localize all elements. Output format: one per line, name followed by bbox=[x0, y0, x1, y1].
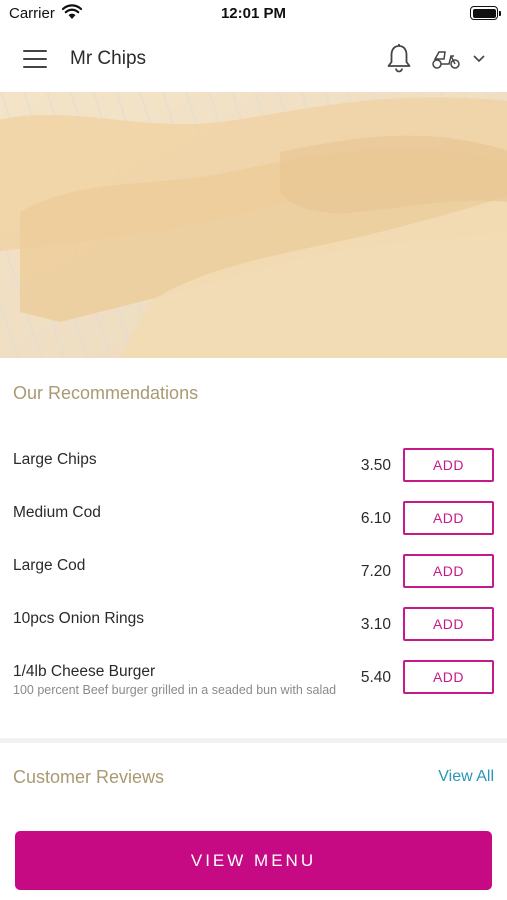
item-name: Large Chips bbox=[13, 451, 97, 468]
bell-icon[interactable] bbox=[386, 43, 412, 73]
add-button[interactable]: ADD bbox=[403, 554, 494, 588]
section-divider bbox=[0, 738, 507, 743]
add-button[interactable]: ADD bbox=[403, 448, 494, 482]
item-name: Medium Cod bbox=[13, 504, 101, 521]
item-price: 3.50 bbox=[360, 457, 391, 474]
status-time: 12:01 PM bbox=[220, 5, 287, 22]
view-all-link[interactable]: View All bbox=[438, 768, 494, 786]
list-item: Large Chips 3.50 ADD bbox=[0, 436, 507, 489]
item-description: 100 percent Beef burger grilled in a sea… bbox=[13, 683, 337, 697]
list-item: Large Cod 7.20 ADD bbox=[0, 542, 507, 595]
item-name: 1/4lb Cheese Burger bbox=[13, 663, 156, 680]
menu-icon[interactable] bbox=[23, 50, 47, 68]
add-button[interactable]: ADD bbox=[403, 607, 494, 641]
fried-fish-image bbox=[0, 92, 507, 358]
add-button[interactable]: ADD bbox=[403, 501, 494, 535]
item-price: 7.20 bbox=[360, 563, 391, 580]
list-item: Medium Cod 6.10 ADD bbox=[0, 489, 507, 542]
item-name: Large Cod bbox=[13, 557, 86, 574]
reviews-title: Customer Reviews bbox=[13, 767, 165, 787]
recommendations-title: Our Recommendations bbox=[13, 383, 199, 403]
item-price: 3.10 bbox=[360, 616, 391, 633]
item-price: 5.40 bbox=[360, 669, 391, 686]
hero-image bbox=[0, 92, 507, 358]
status-bar: Carrier 12:01 PM bbox=[0, 0, 507, 28]
item-name: 10pcs Onion Rings bbox=[13, 610, 144, 627]
view-menu-button[interactable]: VIEW MENU bbox=[15, 831, 492, 890]
item-price: 6.10 bbox=[360, 510, 391, 527]
battery-icon bbox=[470, 6, 501, 20]
app-header: Mr Chips bbox=[0, 28, 507, 92]
recommendations-list: Large Chips 3.50 ADD Medium Cod 6.10 ADD… bbox=[0, 436, 507, 718]
scooter-icon[interactable] bbox=[431, 48, 461, 70]
chevron-down-icon[interactable] bbox=[472, 54, 486, 64]
list-item: 10pcs Onion Rings 3.10 ADD bbox=[0, 595, 507, 648]
page-title: Mr Chips bbox=[70, 48, 147, 69]
add-button[interactable]: ADD bbox=[403, 660, 494, 694]
